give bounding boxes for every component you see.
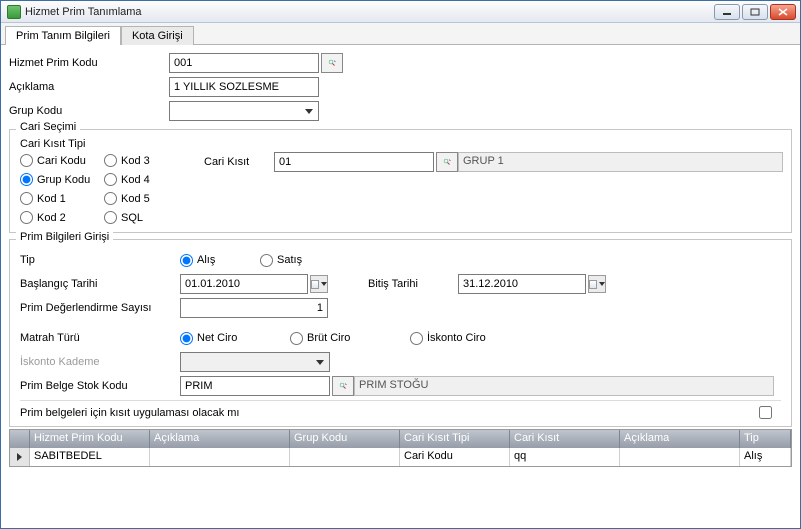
radio-kod2[interactable]: Kod 2 <box>20 211 104 224</box>
fieldset-cari-secimi: Cari Seçimi Cari Kısıt Tipi Cari Kodu Ko… <box>9 129 792 233</box>
display-cari-kisit-desc: GRUP 1 <box>458 152 783 172</box>
input-baslangic-tarihi[interactable] <box>180 274 308 294</box>
cell-cari-kisit-tipi: Cari Kodu <box>400 448 510 466</box>
label-baslangic-tarihi: Başlangıç Tarihi <box>20 278 180 290</box>
input-aciklama[interactable] <box>169 77 319 97</box>
label-bitis-tarihi: Bitiş Tarihi <box>368 278 458 290</box>
label-prim-deg-sayisi: Prim Değerlendirme Sayısı <box>20 302 180 314</box>
close-button[interactable] <box>770 4 796 20</box>
label-aciklama: Açıklama <box>9 81 169 93</box>
grid-header-aciklama[interactable]: Açıklama <box>150 430 290 448</box>
lookup-icon <box>328 56 336 70</box>
calendar-icon <box>311 280 319 289</box>
app-icon <box>7 5 21 19</box>
tab-prim-tanim[interactable]: Prim Tanım Bilgileri <box>5 26 121 45</box>
row-dates: Başlangıç Tarihi Bitiş Tarihi <box>20 272 781 296</box>
grid-header-cari-kisit[interactable]: Cari Kısıt <box>510 430 620 448</box>
client-area: Prim Tanım Bilgileri Kota Girişi Hizmet … <box>1 23 800 528</box>
lookup-icon <box>339 379 347 393</box>
radio-kod3[interactable]: Kod 3 <box>104 154 174 167</box>
grid-header-selector <box>10 430 30 448</box>
calendar-icon <box>589 280 597 289</box>
row-prim-deg-sayisi: Prim Değerlendirme Sayısı <box>20 296 781 320</box>
label-hizmet-prim-kodu: Hizmet Prim Kodu <box>9 57 169 69</box>
title-bar: Hizmet Prim Tanımlama <box>1 1 800 23</box>
data-grid: Hizmet Prim Kodu Açıklama Grup Kodu Cari… <box>9 429 792 467</box>
lookup-hizmet-prim-kodu[interactable] <box>321 53 343 73</box>
cell-hizmet-prim-kodu: SABITBEDEL <box>30 448 150 466</box>
tabstrip: Prim Tanım Bilgileri Kota Girişi <box>1 23 800 45</box>
label-kisit-uygulamasi: Prim belgeleri için kısıt uygulaması ola… <box>20 407 239 419</box>
radio-alis[interactable]: Alış <box>180 254 260 267</box>
lookup-cari-kisit[interactable] <box>436 152 458 172</box>
radio-sql[interactable]: SQL <box>104 211 174 224</box>
row-grup-kodu: Grup Kodu <box>9 99 792 123</box>
row-iskonto-kademe: İskonto Kademe <box>20 350 781 374</box>
row-cari-kisit: Cari Kısıt GRUP 1 <box>204 152 783 172</box>
label-iskonto-kademe: İskonto Kademe <box>20 356 180 368</box>
row-kisit-uygulamasi: Prim belgeleri için kısıt uygulaması ola… <box>20 400 781 422</box>
row-aciklama: Açıklama <box>9 75 792 99</box>
app-window: Hizmet Prim Tanımlama Prim Tanım Bilgile… <box>0 0 801 529</box>
label-matrah-turu: Matrah Türü <box>20 332 180 344</box>
row-prim-belge-stok: Prim Belge Stok Kodu PRIM STOĞU <box>20 374 781 398</box>
radio-cari-kodu[interactable]: Cari Kodu <box>20 154 104 167</box>
cell-cari-kisit: qq <box>510 448 620 466</box>
combo-iskonto-kademe <box>180 352 330 372</box>
window-title: Hizmet Prim Tanımlama <box>25 6 714 18</box>
calendar-button-end[interactable] <box>588 275 606 293</box>
display-prim-belge-stok-desc: PRIM STOĞU <box>354 376 774 396</box>
tab-content: Hizmet Prim Kodu Açıklama Grup Kodu Car <box>1 45 800 528</box>
label-cari-kisit-tipi: Cari Kısıt Tipi <box>20 138 174 150</box>
cell-tip: Alış <box>740 448 791 466</box>
input-hizmet-prim-kodu[interactable] <box>169 53 319 73</box>
table-row[interactable]: SABITBEDEL Cari Kodu qq Alış <box>10 448 791 466</box>
radio-iskonto-ciro[interactable]: İskonto Ciro <box>410 332 486 345</box>
close-icon <box>778 8 788 16</box>
row-matrah-turu: Matrah Türü Net Ciro Brüt Ciro İskonto C… <box>20 326 781 350</box>
radio-kod1[interactable]: Kod 1 <box>20 192 104 205</box>
calendar-button-start[interactable] <box>310 275 328 293</box>
input-prim-deg-sayisi[interactable] <box>180 298 328 318</box>
radio-net-ciro[interactable]: Net Ciro <box>180 332 290 345</box>
minimize-button[interactable] <box>714 4 740 20</box>
grid-header-hizmet-prim-kodu[interactable]: Hizmet Prim Kodu <box>30 430 150 448</box>
fieldset-prim-bilgileri: Prim Bilgileri Girişi Tip Alış Satış Baş… <box>9 239 792 427</box>
label-tip: Tip <box>20 254 180 266</box>
window-controls <box>714 4 800 20</box>
minimize-icon <box>722 8 732 16</box>
grid-header-grup-kodu[interactable]: Grup Kodu <box>290 430 400 448</box>
grid-header-aciklama2[interactable]: Açıklama <box>620 430 740 448</box>
cell-grup-kodu <box>290 448 400 466</box>
tab-kota-girisi[interactable]: Kota Girişi <box>121 26 194 45</box>
row-tip: Tip Alış Satış <box>20 248 781 272</box>
input-prim-belge-stok[interactable] <box>180 376 330 396</box>
radio-kod4[interactable]: Kod 4 <box>104 173 174 186</box>
cell-aciklama2 <box>620 448 740 466</box>
radio-satis[interactable]: Satış <box>260 254 302 267</box>
grid-header-tip[interactable]: Tip <box>740 430 791 448</box>
cell-aciklama <box>150 448 290 466</box>
lookup-icon <box>443 155 451 169</box>
checkbox-kisit-uygulamasi[interactable] <box>759 406 772 419</box>
radio-brut-ciro[interactable]: Brüt Ciro <box>290 332 410 345</box>
label-grup-kodu: Grup Kodu <box>9 105 169 117</box>
lookup-prim-belge-stok[interactable] <box>332 376 354 396</box>
row-hizmet-prim-kodu: Hizmet Prim Kodu <box>9 51 792 75</box>
radio-kod5[interactable]: Kod 5 <box>104 192 174 205</box>
maximize-icon <box>750 8 760 16</box>
legend-cari-secimi: Cari Seçimi <box>16 121 80 133</box>
input-cari-kisit[interactable] <box>274 152 434 172</box>
legend-prim-bilgileri: Prim Bilgileri Girişi <box>16 231 113 243</box>
group-cari-kisit-tipi: Cari Kısıt Tipi Cari Kodu Kod 3 Grup Kod… <box>20 138 174 224</box>
input-bitis-tarihi[interactable] <box>458 274 586 294</box>
maximize-button[interactable] <box>742 4 768 20</box>
grid-header: Hizmet Prim Kodu Açıklama Grup Kodu Cari… <box>10 430 791 448</box>
grid-header-cari-kisit-tipi[interactable]: Cari Kısıt Tipi <box>400 430 510 448</box>
combo-grup-kodu[interactable] <box>169 101 319 121</box>
row-indicator-icon <box>10 448 30 466</box>
label-prim-belge-stok: Prim Belge Stok Kodu <box>20 380 180 392</box>
label-cari-kisit: Cari Kısıt <box>204 156 274 168</box>
radio-grup-kodu[interactable]: Grup Kodu <box>20 173 104 186</box>
